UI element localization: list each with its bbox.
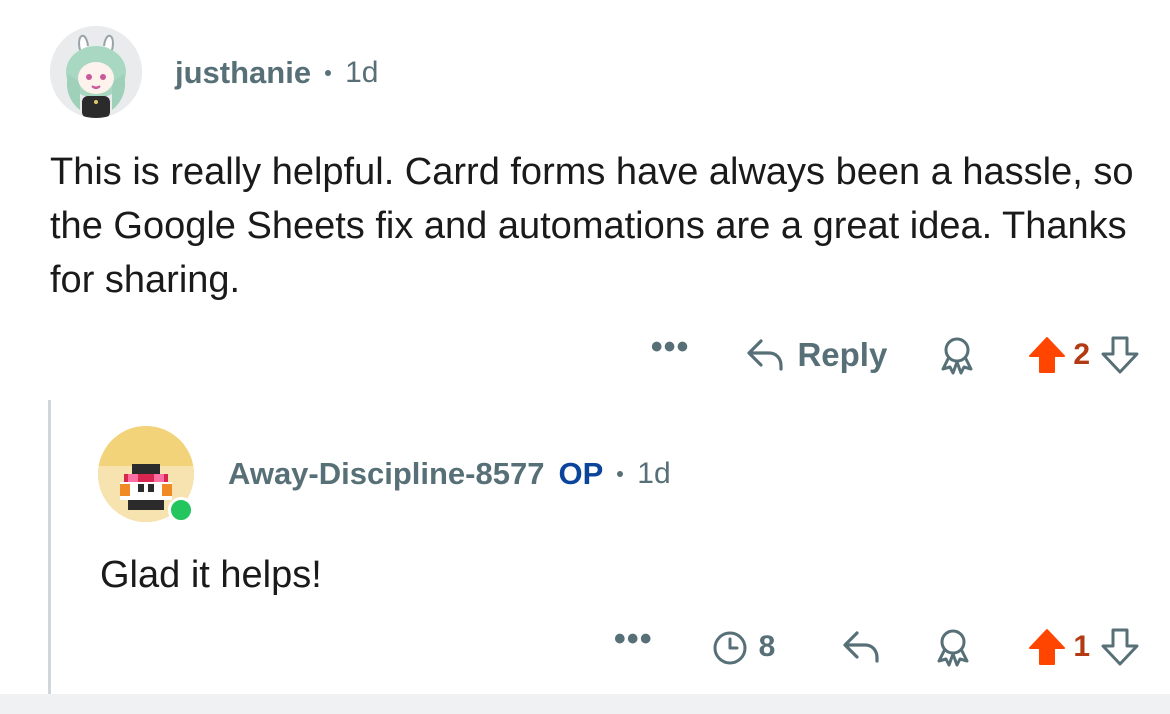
award-button[interactable] (933, 627, 973, 667)
comment-body: This is really helpful. Carrd forms have… (50, 151, 1134, 301)
reply-button[interactable]: Reply (745, 336, 887, 374)
timer-icon (713, 631, 747, 665)
timer-button[interactable]: 8 (711, 628, 776, 666)
avatar-image (50, 26, 142, 118)
author-name[interactable]: justhanie (175, 55, 311, 91)
award-icon (941, 337, 973, 375)
upvote-button[interactable] (1027, 335, 1067, 375)
separator-dot (617, 471, 624, 477)
comment-meta: justhanie 1d (175, 53, 378, 93)
avatar[interactable] (50, 26, 142, 118)
vote-score: 2 (1073, 338, 1090, 371)
vote-score: 1 (1073, 630, 1090, 663)
more-options-button[interactable]: ••• (651, 330, 690, 364)
online-status-dot (168, 497, 194, 523)
upvote-arrow-icon (1029, 337, 1066, 373)
award-button[interactable] (937, 335, 977, 375)
reply-arrow-icon (843, 631, 879, 663)
reply-label: Reply (797, 336, 888, 373)
comment-meta: Away-Discipline-8577 OP 1d (228, 454, 671, 494)
author-name[interactable]: Away-Discipline-8577 (228, 456, 544, 492)
op-badge: OP (558, 456, 604, 491)
more-options-button[interactable]: ••• (614, 622, 653, 656)
separator-dot (325, 70, 332, 76)
comment-age: 1d (637, 457, 671, 490)
comment-thread: justhanie 1d This is really helpful. Car… (0, 0, 1170, 714)
comment-body: Glad it helps! (100, 554, 322, 596)
comment-actions: ••• Reply 2 (651, 330, 1140, 380)
downvote-arrow-icon (1101, 336, 1139, 374)
divider (0, 694, 1170, 714)
comment-actions: ••• 8 1 (614, 622, 1140, 672)
downvote-button[interactable] (1100, 335, 1140, 375)
reply-arrow-icon (747, 339, 784, 371)
upvote-button[interactable] (1027, 627, 1067, 667)
award-icon (937, 629, 969, 667)
upvote-arrow-icon (1029, 629, 1066, 665)
timer-count: 8 (758, 630, 776, 663)
thread-line[interactable] (48, 400, 51, 694)
downvote-button[interactable] (1100, 627, 1140, 667)
comment-age: 1d (345, 56, 379, 89)
reply-button[interactable] (841, 629, 881, 665)
downvote-arrow-icon (1101, 628, 1139, 666)
